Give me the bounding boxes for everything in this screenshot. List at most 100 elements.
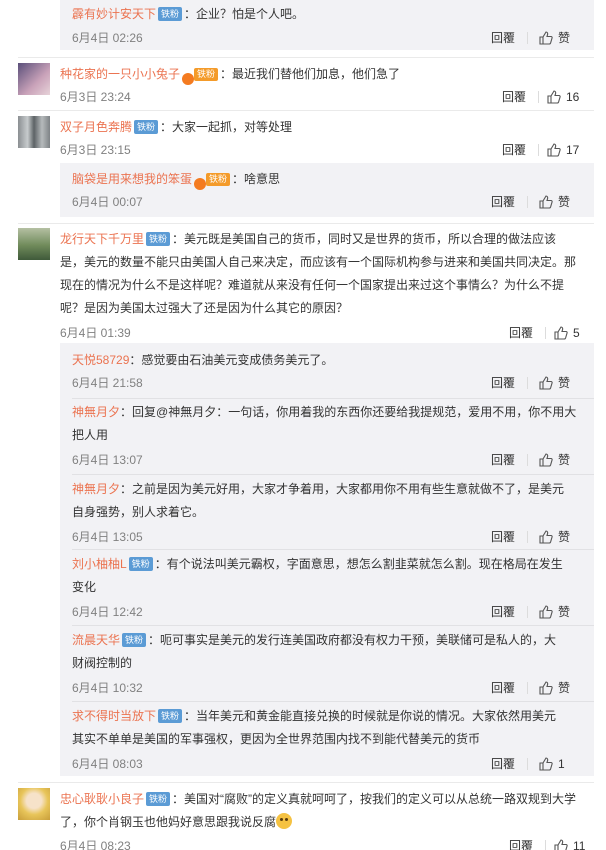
reply-button[interactable]: 回覆 <box>491 191 515 213</box>
smile-emoji-icon <box>276 813 293 829</box>
divider <box>527 606 528 618</box>
thumbs-up-icon[interactable] <box>539 681 553 695</box>
reply-item: 神無月夕：回复@神無月夕：一句话，你用着我的东西你还要给我提规范，爱用不用，你不… <box>72 401 594 471</box>
follower-badge: 铁粉 <box>158 7 183 21</box>
divider <box>527 377 528 389</box>
separator <box>18 223 594 224</box>
reply-text-line: 把人用 <box>72 428 109 442</box>
avatar[interactable] <box>18 228 50 260</box>
thumbs-up-icon[interactable] <box>539 453 553 467</box>
divider <box>538 91 539 103</box>
comment-username[interactable]: 忠心耿耿小良子 <box>60 792 144 806</box>
thumbs-up-icon[interactable] <box>539 376 553 390</box>
reply-button[interactable]: 回覆 <box>491 372 515 394</box>
reply-button[interactable]: 回覆 <box>491 677 515 699</box>
vip-icon: vip <box>182 73 195 85</box>
reply-text-line: 变化 <box>72 580 97 594</box>
reply-text: ：回复@神無月夕：一句话，你用着我的东西你还要给我提规范，爱用不用，你不用大 <box>120 405 577 419</box>
divider <box>538 144 539 156</box>
reply-username[interactable]: 神無月夕 <box>72 482 120 496</box>
comment-username[interactable]: 龙行天下千万里 <box>60 232 144 246</box>
avatar[interactable] <box>18 116 50 148</box>
comment-item: 忠心耿耿小良子 铁粉 ：美国对“腐败”的定义真就呵呵了，按我们的定义可以从总统一路双… <box>18 788 594 850</box>
reply-username[interactable]: 天悦58729 <box>72 353 129 367</box>
reply-text: ：呃可事实是美元的发行连美国政府都没有权力干预，美联储可是私人的，大 <box>148 633 557 647</box>
reply-text-line: 财阀控制的 <box>72 656 133 670</box>
reply-username[interactable]: 脑袋是用来想我的笨蛋 <box>72 172 192 186</box>
timestamp: 6月4日 10:32 <box>72 681 143 695</box>
thumbs-up-icon[interactable] <box>539 757 553 771</box>
like-count: 1 <box>558 757 565 771</box>
reply-text-line: 其实不单单是美国的军事强权，更因为全世界范围内找不到能代替美元的货币 <box>72 732 481 746</box>
reply-button[interactable]: 回覆 <box>491 526 515 548</box>
reply-meta: 6月4日 12:42 回覆 赞 <box>72 601 594 623</box>
reply-username[interactable]: 求不得时当放下 <box>72 709 156 723</box>
reply-button[interactable]: 回覆 <box>509 322 533 344</box>
separator <box>72 398 594 399</box>
reply-meta: 6月4日 10:32 回覆 赞 <box>72 677 594 699</box>
comment-item: 双子月色奔腾 铁粉 ：大家一起抓，对等处理 6月3日 23:15 回覆 17 <box>18 116 594 160</box>
thumbs-up-icon[interactable] <box>554 326 568 340</box>
avatar[interactable] <box>18 63 50 95</box>
reply-username[interactable]: 神無月夕 <box>72 405 120 419</box>
comment-text-line: 是，美元的数量不能只由美国人自己来决定，而应该有一个国际机构参与进来和美国共同决… <box>60 255 577 269</box>
reply-username[interactable]: 刘小柚柚L <box>72 557 127 571</box>
follower-badge: 铁粉 <box>122 633 147 647</box>
follower-badge: 铁粉 <box>134 120 159 134</box>
comment-item: 龙行天下千万里 铁粉 ：美元既是美国自己的货币，同时又是世界的货币，所以合理的做法应… <box>18 228 594 340</box>
thumbs-up-icon[interactable] <box>539 530 553 544</box>
like-count: 16 <box>566 90 580 104</box>
separator <box>72 474 594 475</box>
comment-username[interactable]: 双子月色奔腾 <box>60 120 132 134</box>
thumbs-up-icon[interactable] <box>539 605 553 619</box>
reply-username[interactable]: 流晨天华 <box>72 633 120 647</box>
follower-badge: 铁粉 <box>158 709 183 723</box>
reply-meta: 6月4日 13:07 回覆 赞 <box>72 449 594 471</box>
reply-button[interactable]: 回覆 <box>502 86 526 108</box>
comment-text: ：美元既是美国自己的货币，同时又是世界的货币，所以合理的做法应该 <box>172 232 557 246</box>
thumbs-up-icon[interactable] <box>554 839 568 850</box>
timestamp: 6月4日 21:58 <box>72 376 143 390</box>
comment-text-line: 现在的情况为什么不是这样呢？难道就从来没有任何一个国家提出来过这个事情么？为什么… <box>60 278 565 292</box>
reply-button[interactable]: 回覆 <box>491 601 515 623</box>
fan-badge: 铁粉 <box>194 68 219 81</box>
divider <box>545 327 546 339</box>
like-count: 赞 <box>558 453 571 467</box>
reply-box: 天悦58729：感觉要由石油美元变成债务美元了。 6月4日 21:58 回覆 赞… <box>60 343 594 776</box>
comment-text: ：最近我们替他们加息，他们急了 <box>220 67 401 81</box>
follower-badge: 铁粉 <box>128 557 153 571</box>
timestamp: 6月4日 00:07 <box>72 195 143 209</box>
separator <box>18 110 594 111</box>
avatar[interactable] <box>18 788 50 820</box>
comment-username[interactable]: 种花家的一只小小兔子 <box>60 67 180 81</box>
thumbs-up-icon[interactable] <box>539 31 553 45</box>
thumbs-up-icon[interactable] <box>547 143 561 157</box>
separator <box>18 57 594 58</box>
reply-button[interactable]: 回覆 <box>491 27 515 49</box>
follower-badge: 铁粉 <box>146 792 171 806</box>
reply-box-top: 霹有妙计安天下 铁粉 ：企业？怕是个人吧。 6月4日 02:26 回覆 赞 <box>60 0 594 50</box>
reply-button[interactable]: 回覆 <box>502 139 526 161</box>
timestamp: 6月3日 23:15 <box>60 143 131 157</box>
reply-item: 神無月夕：之前是因为美元好用，大家才争着用，大家都用你不用有些生意就做不了，是美… <box>72 478 594 548</box>
comment-meta: 6月3日 23:15 回覆 17 <box>60 139 594 161</box>
reply-button[interactable]: 回覆 <box>491 753 515 775</box>
divider <box>527 682 528 694</box>
reply-button[interactable]: 回覆 <box>491 449 515 471</box>
timestamp: 6月4日 08:23 <box>60 839 131 850</box>
reply-username[interactable]: 霹有妙计安天下 <box>72 7 156 21</box>
fan-badge: 铁粉 <box>206 173 231 186</box>
reply-meta: 6月4日 13:05 回覆 赞 <box>72 526 594 548</box>
reply-item: 霹有妙计安天下 铁粉 ：企业？怕是个人吧。 6月4日 02:26 回覆 赞 <box>72 3 594 49</box>
like-count: 17 <box>566 143 580 157</box>
reply-button[interactable]: 回覆 <box>509 835 533 850</box>
like-count: 赞 <box>558 530 571 544</box>
timestamp: 6月4日 01:39 <box>60 326 131 340</box>
reply-meta: 6月4日 02:26 回覆 赞 <box>72 27 594 49</box>
thumbs-up-icon[interactable] <box>547 90 561 104</box>
reply-item: 脑袋是用来想我的笨蛋vip铁粉：啥意思 6月4日 00:07 回覆 赞 <box>72 168 594 213</box>
thumbs-up-icon[interactable] <box>539 195 553 209</box>
reply-meta: 6月4日 00:07 回覆 赞 <box>72 191 594 213</box>
reply-box: 脑袋是用来想我的笨蛋vip铁粉：啥意思 6月4日 00:07 回覆 赞 <box>60 163 594 217</box>
timestamp: 6月4日 12:42 <box>72 605 143 619</box>
